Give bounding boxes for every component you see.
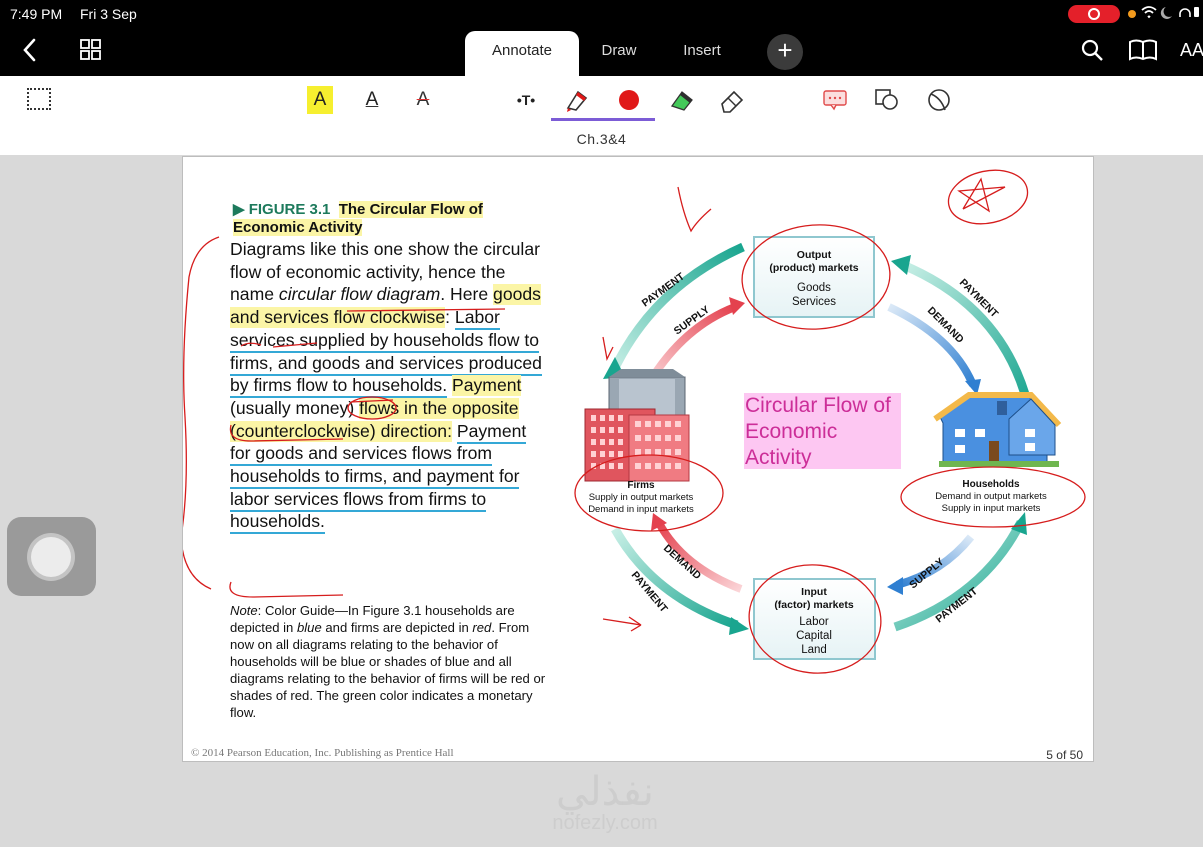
payment-arrow-bottom-left-head — [729, 617, 749, 635]
add-page-button[interactable]: + — [767, 34, 803, 70]
document-title: Ch.3&4 — [576, 131, 627, 147]
annotation-circle-firms-word — [347, 396, 397, 420]
pen-color-swatch[interactable] — [619, 90, 639, 110]
search-icon[interactable] — [1080, 38, 1104, 62]
input-market-item-labor: Labor — [799, 616, 829, 628]
annotation-bracket — [183, 236, 220, 590]
document-page[interactable]: ▶ FIGURE 3.1 The Circular Flow of Econom… — [182, 156, 1094, 762]
watermark-latin: nofezly.com — [552, 812, 658, 834]
input-market-item-capital: Capital — [796, 630, 832, 642]
book-icon[interactable] — [1128, 38, 1158, 62]
households-line-2: Supply in input markets — [942, 503, 1041, 514]
eraser-icon[interactable] — [718, 86, 746, 114]
strikethrough-text-tool[interactable]: A — [411, 86, 435, 114]
shapes-icon[interactable] — [873, 86, 901, 114]
highlight-text-tool[interactable]: A — [307, 86, 333, 114]
label-supply-bottom-right: SUPPLY — [907, 556, 946, 592]
firms-line-1: Supply in output markets — [589, 492, 694, 503]
output-market-item-goods: Goods — [797, 282, 831, 294]
screen-recording-indicator[interactable] — [1068, 5, 1120, 23]
annotation-star — [957, 177, 1006, 213]
input-market-title-1: Input — [801, 586, 827, 598]
back-chevron-icon[interactable] — [20, 36, 40, 64]
underline-text-tool[interactable]: A — [360, 86, 384, 114]
mic-in-use-dot — [1128, 10, 1136, 18]
thumbnails-grid-icon[interactable] — [80, 39, 102, 61]
assistive-touch-knob — [31, 537, 71, 577]
annotation-arrow-bottom — [602, 616, 642, 632]
households-house-illustration — [933, 392, 1062, 467]
output-market-title-2: (product) markets — [769, 262, 858, 274]
document-title-bar: Ch.3&4 — [0, 128, 1203, 155]
sticker-icon[interactable] — [925, 86, 953, 114]
active-tool-indicator — [551, 118, 655, 121]
status-time: 7:49 PM — [10, 6, 63, 22]
watermark: نفذلي nofezly.com — [530, 772, 680, 834]
tab-draw[interactable]: Draw — [590, 31, 648, 76]
status-date: Fri 3 Sep — [80, 6, 137, 22]
circular-flow-diagram: PAYMENT SUPPLY PAYMENT DEMAND DEMAND PAY… — [183, 169, 1086, 674]
output-market-title-1: Output — [797, 249, 832, 261]
watermark-arabic: نفذلي — [556, 769, 654, 815]
annotation-circle-star — [947, 169, 1029, 225]
input-market-title-2: (factor) markets — [774, 599, 854, 611]
supply-arrow-bottom-right-head — [887, 577, 903, 595]
annotation-tick-underline — [240, 308, 506, 403]
circular-flow-title: Circular Flow of Economic Activity — [745, 394, 891, 469]
navigation-bar: Annotate Draw Insert + AA — [0, 26, 1203, 76]
annotation-bracket-households — [229, 424, 344, 598]
comment-icon[interactable] — [822, 86, 848, 114]
tab-annotate[interactable]: Annotate — [465, 31, 579, 76]
output-market-item-services: Services — [792, 296, 836, 308]
tab-insert[interactable]: Insert — [670, 31, 734, 76]
households-title: Households — [962, 479, 1020, 490]
highlighter-icon[interactable] — [668, 86, 696, 114]
page-indicator: 5 of 50 — [1046, 748, 1083, 762]
app-chrome: 7:49 PM Fri 3 Sep Annotate Draw Insert +… — [0, 0, 1203, 155]
firms-line-2: Demand in input markets — [588, 504, 694, 515]
text-box-tool[interactable]: •T• — [510, 86, 542, 114]
status-bar: 7:49 PM Fri 3 Sep — [0, 0, 1203, 26]
households-line-1: Demand in output markets — [935, 491, 1047, 502]
copyright-notice: © 2014 Pearson Education, Inc. Publishin… — [191, 747, 454, 759]
text-size-button[interactable]: AA — [1180, 40, 1203, 61]
lasso-select-icon[interactable] — [27, 88, 51, 110]
input-market-item-land: Land — [801, 644, 827, 656]
annotation-toolbar: A A A •T• — [0, 76, 1203, 128]
firms-title: Firms — [627, 480, 655, 491]
assistive-touch-button[interactable] — [7, 517, 96, 596]
wifi-battery-icons — [1140, 4, 1200, 23]
pen-icon[interactable] — [562, 86, 592, 114]
